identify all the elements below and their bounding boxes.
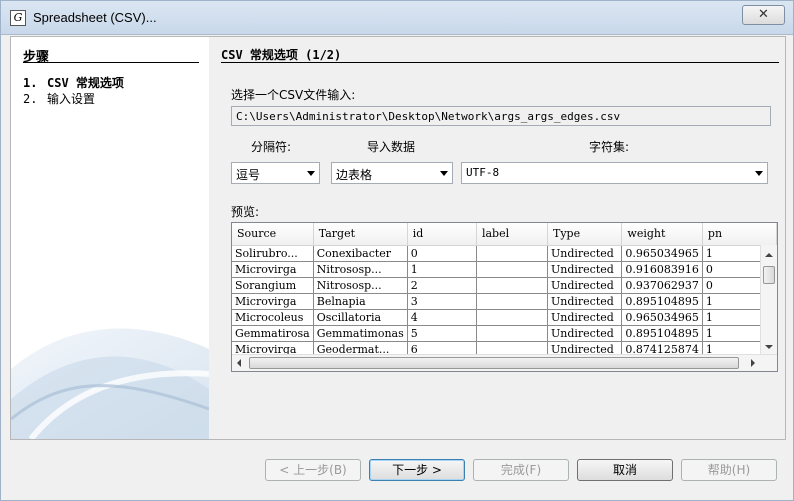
table-cell: 0 (407, 245, 477, 262)
table-cell: Undirected (547, 325, 623, 342)
cancel-button[interactable]: 取消 (577, 459, 673, 481)
column-header[interactable]: Type (547, 223, 623, 246)
scroll-down-arrow-icon[interactable] (765, 345, 773, 349)
table-cell: Solirubro... (232, 245, 314, 262)
column-header[interactable]: weight (621, 223, 703, 246)
horizontal-scroll-thumb[interactable] (249, 357, 739, 369)
import-label: 导入数据 (367, 140, 416, 154)
chevron-down-icon (307, 171, 315, 176)
table-cell: 0.937062937 (621, 277, 703, 294)
table-cell: 0.895104895 (621, 325, 703, 342)
table-row: Microvirga Belnapia 3 Undirected 0.895104895… (232, 293, 777, 310)
scroll-up-arrow-icon[interactable] (765, 253, 773, 257)
table-cell: 1 (407, 261, 477, 278)
next-button[interactable]: 下一步 > (369, 459, 465, 481)
app-icon: G (10, 10, 26, 26)
table-cell: Nitrososp... (313, 261, 408, 278)
table-cell: Oscillatoria (313, 309, 408, 326)
vertical-scrollbar[interactable] (760, 245, 777, 355)
separator-value: 逗号 (236, 168, 261, 182)
table-cell: Belnapia (313, 293, 408, 310)
wizard-content: 步骤 1. CSV 常规选项 2. 输入设置 CSV 常规选项 (1/2) 选择… (10, 36, 786, 440)
step-label: CSV 常规选项 (47, 76, 124, 90)
table-cell: Microvirga (232, 293, 314, 310)
table-cell: Undirected (547, 293, 623, 310)
step-number: 1. (23, 76, 38, 90)
table-header-row: Source Target id label Type weight pn (232, 223, 777, 246)
preview-label: 预览: (231, 205, 260, 219)
table-cell: Gemmatirosa (232, 325, 314, 342)
help-button[interactable]: 帮助(H) (681, 459, 777, 481)
charset-label: 字符集: (589, 140, 630, 154)
separator-label: 分隔符: (251, 140, 292, 154)
wizard-window: G Spreadsheet (CSV)... ✕ 步骤 1. CSV 常规选项 2… (0, 0, 794, 501)
table-cell: 0.916083916 (621, 261, 703, 278)
scroll-left-arrow-icon[interactable] (237, 359, 241, 367)
chevron-down-icon (755, 171, 763, 176)
table-row: Microvirga Nitrososp... 1 Undirected 0.91608… (232, 261, 777, 278)
table-cell: Undirected (547, 309, 623, 326)
table-cell: 3 (407, 293, 477, 310)
table-cell: 5 (407, 325, 477, 342)
step-2: 2. 输入设置 (23, 90, 95, 107)
table-cell: 2 (407, 277, 477, 294)
table-cell: Undirected (547, 277, 623, 294)
charset-value: UTF-8 (466, 166, 500, 179)
title-divider (221, 62, 779, 63)
page-title: CSV 常规选项 (1/2) (221, 48, 342, 62)
import-value: 边表格 (336, 168, 373, 182)
finish-button[interactable]: 完成(F) (473, 459, 569, 481)
table-row: Solirubro... Conexibacter 0 Undirected 0.965… (232, 245, 777, 262)
table-cell: Undirected (547, 245, 623, 262)
column-header[interactable]: id (407, 223, 477, 246)
back-button[interactable]: < 上一步(B) (265, 459, 361, 481)
column-header[interactable]: label (476, 223, 548, 246)
charset-select[interactable]: UTF-8 (461, 162, 768, 184)
table-cell: 0.965034965 (621, 309, 703, 326)
close-icon: ✕ (758, 7, 769, 22)
table-cell: 0.965034965 (621, 245, 703, 262)
scroll-right-arrow-icon[interactable] (751, 359, 755, 367)
preview-table-container: Source Target id label Type weight pn So… (231, 222, 778, 372)
import-select[interactable]: 边表格 (331, 162, 453, 184)
table-cell: Nitrososp... (313, 277, 408, 294)
step-1: 1. CSV 常规选项 (23, 74, 124, 91)
step-number: 2. (23, 92, 38, 106)
main-pane: CSV 常规选项 (1/2) 选择一个CSV文件输入: C:\Users\Adm… (209, 37, 785, 439)
table-row: Gemmatirosa Gemmatimonas 5 Undirected 0.8951… (232, 325, 777, 342)
table-cell (476, 309, 548, 326)
vertical-scroll-thumb[interactable] (763, 266, 775, 284)
decorative-swoosh-graphic (11, 328, 209, 439)
table-cell: Microvirga (232, 261, 314, 278)
column-header[interactable]: Source (232, 223, 314, 246)
table-cell: Microcoleus (232, 309, 314, 326)
table-cell: Sorangium (232, 277, 314, 294)
table-cell: 0.895104895 (621, 293, 703, 310)
table-cell (476, 261, 548, 278)
table-cell: Gemmatimonas (313, 325, 408, 342)
title-bar: G Spreadsheet (CSV)... ✕ (1, 1, 793, 35)
steps-pane: 步骤 1. CSV 常规选项 2. 输入设置 (11, 37, 209, 439)
preview-table: Source Target id label Type weight pn So… (232, 223, 777, 358)
window-title: Spreadsheet (CSV)... (33, 10, 157, 25)
table-row: Microcoleus Oscillatoria 4 Undirected 0.9650… (232, 309, 777, 326)
file-label: 选择一个CSV文件输入: (231, 88, 356, 102)
horizontal-scrollbar[interactable] (232, 354, 777, 371)
chevron-down-icon (440, 171, 448, 176)
separator-select[interactable]: 逗号 (231, 162, 320, 184)
column-header[interactable]: pn (702, 223, 777, 246)
table-cell: 4 (407, 309, 477, 326)
table-cell: Undirected (547, 261, 623, 278)
table-cell (476, 325, 548, 342)
step-label: 输入设置 (47, 92, 96, 106)
table-cell (476, 277, 548, 294)
table-cell (476, 245, 548, 262)
table-cell: Conexibacter (313, 245, 408, 262)
close-button[interactable]: ✕ (742, 5, 785, 25)
table-cell (476, 293, 548, 310)
column-header[interactable]: Target (313, 223, 408, 246)
steps-divider (23, 62, 199, 63)
file-path-field[interactable]: C:\Users\Administrator\Desktop\Network\a… (231, 106, 771, 126)
table-row: Sorangium Nitrososp... 2 Undirected 0.937062… (232, 277, 777, 294)
